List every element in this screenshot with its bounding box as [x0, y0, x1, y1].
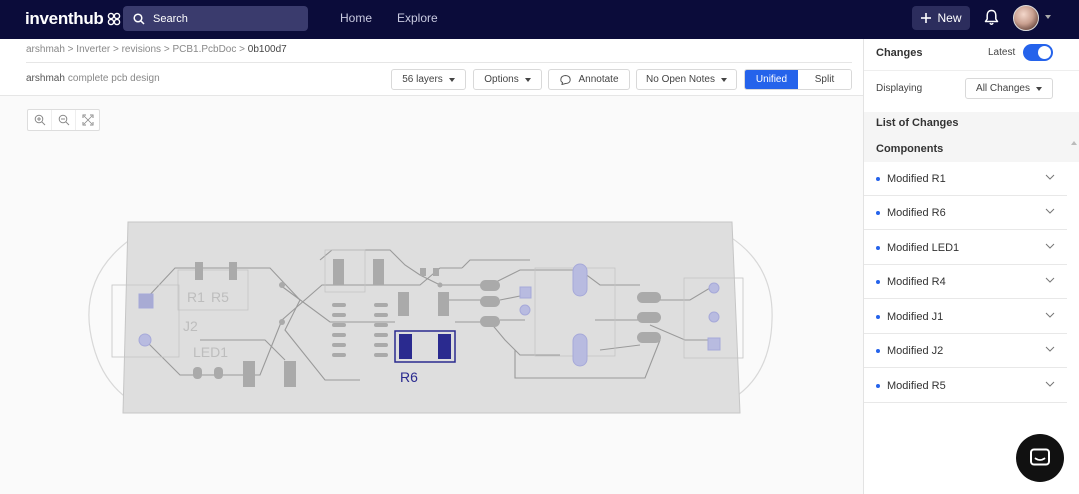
- change-label: Modified LED1: [887, 241, 960, 254]
- view-mode-toggle: Unified Split: [744, 69, 852, 90]
- nav-home[interactable]: Home: [340, 11, 372, 25]
- scroll-up-arrow[interactable]: [1071, 141, 1077, 145]
- bullet: [876, 279, 880, 284]
- change-label: Modified J1: [887, 310, 944, 323]
- components-section-title: Components: [876, 143, 944, 155]
- divider: [864, 70, 1079, 71]
- search-box[interactable]: Search: [123, 6, 308, 31]
- search-label: Search: [153, 12, 188, 25]
- chevron-down-icon[interactable]: [1045, 208, 1055, 215]
- displaying-value: All Changes: [976, 83, 1030, 94]
- list-of-changes-title: List of Changes: [876, 117, 959, 129]
- list-item[interactable]: Modified J2: [864, 334, 1067, 368]
- list-item[interactable]: Modified R1: [864, 162, 1067, 196]
- search-icon: [133, 12, 145, 25]
- chat-widget-button[interactable]: [1016, 434, 1064, 482]
- commit-info: arshmah complete pcb design: [26, 73, 160, 84]
- change-label: Modified J2: [887, 344, 944, 357]
- top-navbar: inventhub Search Home Explore New: [0, 0, 1079, 39]
- commit-author[interactable]: arshmah: [26, 73, 65, 84]
- bullet: [876, 348, 880, 353]
- chevron-down-icon[interactable]: [1045, 174, 1055, 181]
- chevron-down-icon[interactable]: [1045, 346, 1055, 353]
- change-label: Modified R1: [887, 172, 946, 185]
- notification-bell-icon[interactable]: [984, 9, 999, 26]
- chat-icon: [1030, 448, 1050, 466]
- breadcrumb: arshmah > Inverter > revisions > PCB1.Pc…: [26, 44, 287, 55]
- zoom-out-icon: [58, 114, 69, 126]
- list-item[interactable]: Modified R6: [864, 196, 1067, 230]
- new-button-label: New: [937, 11, 962, 25]
- inventhub-logo[interactable]: inventhub: [25, 9, 121, 29]
- chevron-down-icon[interactable]: [1045, 15, 1051, 19]
- bullet: [876, 314, 880, 319]
- chevron-down-icon[interactable]: [1045, 277, 1055, 284]
- caret-down-icon: [448, 77, 455, 82]
- latest-toggle[interactable]: [1023, 44, 1053, 61]
- chevron-down-icon[interactable]: [1045, 312, 1055, 319]
- designator-r5: R5: [211, 289, 229, 305]
- zoom-in-button[interactable]: [28, 110, 52, 130]
- zoom-controls: [27, 109, 100, 131]
- designator-r6: R6: [400, 369, 418, 385]
- changes-panel: Changes Latest Displaying All Changes Li…: [863, 39, 1079, 494]
- unified-view-button[interactable]: Unified: [745, 70, 798, 89]
- bullet: [876, 383, 880, 388]
- chevron-down-icon[interactable]: [1045, 243, 1055, 250]
- displaying-dropdown[interactable]: All Changes: [965, 78, 1053, 99]
- change-label: Modified R4: [887, 275, 946, 288]
- zoom-out-button[interactable]: [52, 110, 76, 130]
- nav-explore[interactable]: Explore: [397, 11, 438, 25]
- pcb-board-drawing[interactable]: [0, 96, 863, 494]
- list-item[interactable]: Modified LED1: [864, 231, 1067, 265]
- displaying-label: Displaying: [876, 83, 923, 94]
- annotate-icon: [560, 74, 572, 85]
- list-item[interactable]: Modified J1: [864, 300, 1067, 334]
- bullet: [876, 210, 880, 215]
- fit-view-button[interactable]: [76, 110, 99, 130]
- panel-title: Changes: [876, 47, 923, 59]
- designator-led1: LED1: [193, 344, 229, 360]
- notes-label: No Open Notes: [646, 74, 715, 85]
- annotate-label: Annotate: [578, 74, 619, 85]
- layers-dropdown[interactable]: 56 layers: [391, 69, 466, 90]
- divider: [26, 62, 852, 63]
- bullet: [876, 245, 880, 250]
- designator-j2: J2: [183, 318, 198, 334]
- logo-text: inventhub: [25, 9, 104, 28]
- list-item[interactable]: Modified R5: [864, 369, 1067, 403]
- expand-icon: [82, 114, 93, 126]
- new-button[interactable]: New: [912, 6, 970, 30]
- layers-label: 56 layers: [402, 74, 443, 85]
- change-label: Modified R5: [887, 379, 946, 392]
- plus-icon: [921, 13, 932, 23]
- logo-mark-icon: [107, 12, 120, 26]
- caret-down-icon: [524, 77, 531, 82]
- pcb-canvas[interactable]: R1 R5 J2 LED1 R6: [0, 96, 863, 494]
- user-avatar[interactable]: [1013, 5, 1039, 31]
- options-label: Options: [484, 74, 519, 85]
- breadcrumb-path[interactable]: arshmah > Inverter > revisions > PCB1.Pc…: [26, 44, 248, 55]
- list-item[interactable]: Modified R4: [864, 265, 1067, 299]
- breadcrumb-current: 0b100d7: [247, 44, 287, 55]
- bullet: [876, 176, 880, 181]
- commit-message: complete pcb design: [67, 73, 160, 84]
- options-dropdown[interactable]: Options: [473, 69, 542, 90]
- zoom-in-icon: [34, 114, 45, 126]
- split-view-button[interactable]: Split: [798, 70, 851, 89]
- annotate-button[interactable]: Annotate: [548, 69, 630, 90]
- change-label: Modified R6: [887, 206, 946, 219]
- notes-dropdown[interactable]: No Open Notes: [636, 69, 737, 90]
- latest-label: Latest: [988, 47, 1016, 58]
- chevron-down-icon[interactable]: [1045, 381, 1055, 388]
- caret-down-icon: [720, 77, 727, 82]
- designator-r1: R1: [187, 289, 205, 305]
- caret-down-icon: [1035, 86, 1042, 91]
